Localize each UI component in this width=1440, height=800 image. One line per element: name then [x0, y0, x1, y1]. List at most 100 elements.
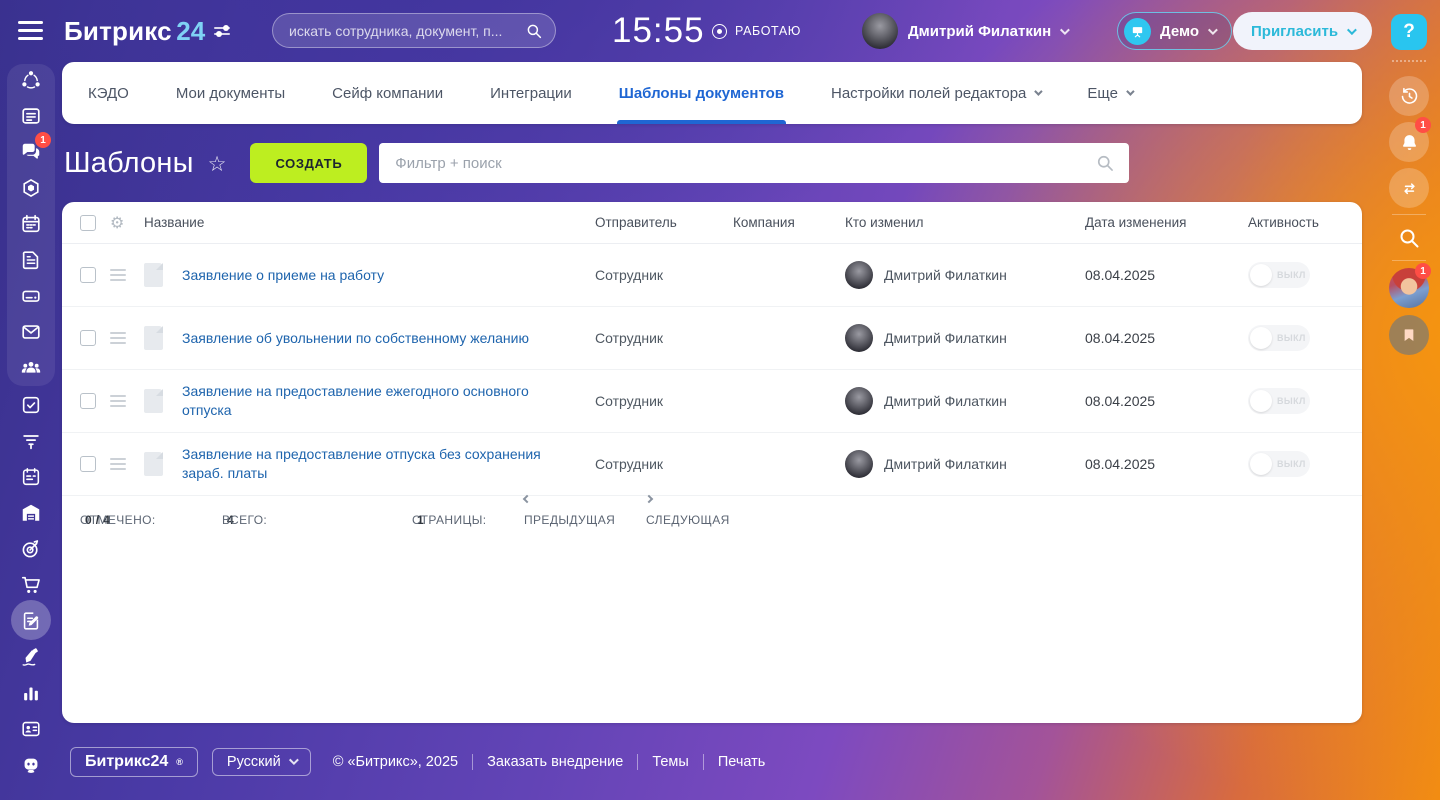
- page-toolbar: Шаблоны ☆ СОЗДАТЬ: [62, 124, 1362, 202]
- user-menu[interactable]: Дмитрий Филаткин: [908, 0, 1067, 62]
- activity-toggle[interactable]: выкл: [1248, 325, 1310, 351]
- work-status-label: РАБОТАЮ: [735, 24, 801, 38]
- row-menu-icon[interactable]: [110, 274, 126, 276]
- sidebar-item-planner[interactable]: [0, 465, 62, 489]
- column-modified-by[interactable]: Кто изменил: [845, 215, 1085, 230]
- history-button[interactable]: [1389, 76, 1429, 116]
- template-name-link[interactable]: Заявление на предоставление ежегодного о…: [182, 382, 595, 420]
- column-modified-date[interactable]: Дата изменения: [1085, 215, 1248, 230]
- record-status-icon: [712, 24, 727, 39]
- sidebar-item-more[interactable]: [0, 789, 62, 800]
- bookmark-button[interactable]: [1389, 315, 1429, 355]
- activity-toggle[interactable]: выкл: [1248, 388, 1310, 414]
- global-search-input[interactable]: [289, 23, 525, 39]
- demo-button[interactable]: Демо: [1117, 12, 1232, 50]
- pages-counter[interactable]: СТРАНИЦЫ:1: [412, 496, 424, 544]
- column-sender[interactable]: Отправитель: [595, 215, 733, 230]
- activity-toggle[interactable]: выкл: [1248, 262, 1310, 288]
- tab-integrations[interactable]: Интеграции: [490, 62, 572, 124]
- divider: [1392, 260, 1426, 261]
- tab-document-templates[interactable]: Шаблоны документов: [619, 62, 784, 124]
- template-name-link[interactable]: Заявление об увольнении по собственному …: [182, 329, 595, 348]
- sidebar-item-signature[interactable]: [0, 645, 62, 669]
- invite-button[interactable]: Пригласить: [1233, 12, 1372, 50]
- sidebar-item-warehouse[interactable]: [0, 501, 62, 525]
- notifications-button[interactable]: 1: [1389, 122, 1429, 162]
- column-activity[interactable]: Активность: [1248, 215, 1362, 230]
- row-checkbox[interactable]: [80, 267, 96, 283]
- sidebar-search-button[interactable]: [1397, 226, 1421, 250]
- sidebar-item-ai[interactable]: [0, 753, 62, 777]
- sidebar-item-chat[interactable]: 1: [0, 140, 62, 164]
- avatar: [845, 387, 873, 415]
- tasks-icon: [20, 394, 42, 416]
- filter-search-input[interactable]: [395, 155, 1095, 172]
- template-name-link[interactable]: Заявление о приеме на работу: [182, 266, 595, 285]
- sidebar-item-documents[interactable]: [0, 248, 62, 272]
- row-checkbox[interactable]: [80, 456, 96, 472]
- sidebar-item-videocalls[interactable]: [0, 176, 62, 200]
- cart-icon: [20, 574, 42, 596]
- sidebar-item-mail[interactable]: [0, 320, 62, 344]
- sidebar-item-shop[interactable]: [0, 573, 62, 597]
- worktime-clock[interactable]: 15:55: [612, 11, 705, 51]
- left-sidebar: 1: [0, 62, 62, 800]
- sidebar-item-groups[interactable]: [0, 356, 62, 380]
- sidebar-item-marketing[interactable]: [0, 537, 62, 561]
- document-file-icon: [144, 389, 163, 413]
- favorite-star-icon[interactable]: ☆: [208, 152, 227, 176]
- toggle-knob: [1250, 390, 1272, 412]
- row-menu-icon[interactable]: [110, 400, 126, 402]
- create-button[interactable]: СОЗДАТЬ: [250, 143, 367, 183]
- row-checkbox[interactable]: [80, 393, 96, 409]
- row-checkbox[interactable]: [80, 330, 96, 346]
- bar-chart-icon: [20, 682, 42, 704]
- avatar-badge: 1: [1415, 263, 1431, 279]
- assistant-avatar[interactable]: 1: [1389, 268, 1429, 308]
- sidebar-item-tasks[interactable]: [0, 393, 62, 417]
- section-tabs: КЭДО Мои документы Сейф компании Интегра…: [62, 62, 1362, 124]
- sidebar-item-feed[interactable]: [0, 104, 62, 128]
- work-status[interactable]: РАБОТАЮ: [712, 0, 801, 62]
- sidebar-item-calendar[interactable]: [0, 212, 62, 236]
- footer-logo[interactable]: Битрикс24®: [70, 747, 198, 777]
- sidebar-item-crm[interactable]: [0, 429, 62, 453]
- row-menu-icon[interactable]: [110, 337, 126, 339]
- tab-editor-field-settings[interactable]: Настройки полей редактора: [831, 62, 1040, 124]
- footer-link-print[interactable]: Печать: [718, 754, 766, 770]
- sidebar-item-drive[interactable]: [0, 284, 62, 308]
- tab-company-safe[interactable]: Сейф компании: [332, 62, 443, 124]
- column-company[interactable]: Компания: [733, 215, 845, 230]
- tune-sliders-icon[interactable]: [214, 27, 230, 35]
- brand-logo[interactable]: Битрикс 24: [64, 0, 230, 62]
- language-selector[interactable]: Русский: [212, 748, 311, 776]
- row-modified-by: Дмитрий Филаткин: [845, 450, 1085, 478]
- menu-hamburger-icon[interactable]: [18, 21, 43, 40]
- tab-kedo[interactable]: КЭДО: [88, 62, 129, 124]
- footer-link-implementation[interactable]: Заказать внедрение: [487, 754, 623, 770]
- sidebar-item-contacts[interactable]: [0, 717, 62, 741]
- column-name[interactable]: Название: [144, 215, 595, 230]
- tab-my-documents[interactable]: Мои документы: [176, 62, 285, 124]
- footer-link-themes[interactable]: Темы: [652, 754, 689, 770]
- feed-icon: [20, 105, 42, 127]
- select-all-checkbox[interactable]: [80, 215, 96, 231]
- avatar: [845, 324, 873, 352]
- help-icon: ?: [1403, 21, 1415, 43]
- sidebar-item-bi[interactable]: [0, 681, 62, 705]
- filter-search[interactable]: [379, 143, 1129, 183]
- sidebar-item-pulse[interactable]: [0, 68, 62, 92]
- gear-icon[interactable]: ⚙: [110, 215, 144, 231]
- template-name-link[interactable]: Заявление на предоставление отпуска без …: [182, 445, 595, 483]
- messages-button[interactable]: [1389, 168, 1429, 208]
- global-search[interactable]: [272, 13, 556, 48]
- search-icon: [525, 22, 543, 40]
- row-menu-icon[interactable]: [110, 463, 126, 465]
- user-avatar[interactable]: [862, 13, 898, 49]
- partial-icon: [20, 790, 42, 800]
- tab-more[interactable]: Еще: [1087, 62, 1132, 124]
- help-button[interactable]: ?: [1391, 14, 1427, 50]
- main-content: КЭДО Мои документы Сейф компании Интегра…: [62, 62, 1362, 723]
- activity-toggle[interactable]: выкл: [1248, 451, 1310, 477]
- sidebar-item-sign-active[interactable]: [0, 609, 62, 633]
